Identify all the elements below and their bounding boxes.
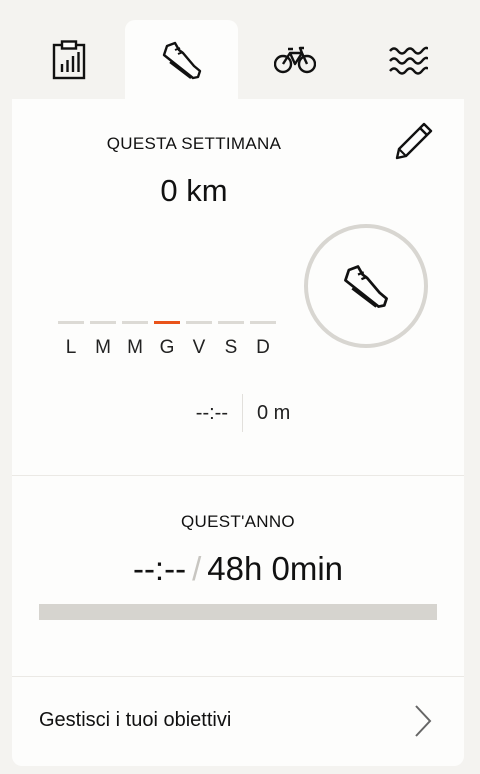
weekday-wednesday: M [122, 321, 148, 359]
year-current-time: --:-- [132, 550, 187, 587]
year-separator: / [192, 550, 202, 587]
manage-goals-button[interactable]: Gestisci i tuoi obiettivi [12, 677, 464, 766]
year-goal: 48h 0min [207, 550, 344, 587]
waves-icon [388, 46, 428, 75]
weekday-label: M [127, 337, 143, 358]
running-shoe-icon [344, 265, 388, 308]
weekday-label: G [159, 337, 175, 358]
week-time: --:-- [195, 402, 228, 424]
weekday-label: V [192, 337, 206, 358]
year-values: --:--/48h 0min [12, 550, 464, 588]
weekday-strip: L M M G V S D [58, 321, 282, 361]
weekday-sunday: D [250, 321, 276, 359]
year-progress-bar [39, 604, 437, 620]
week-distance: 0 km [160, 173, 228, 208]
week-title: QUESTA SETTIMANA [106, 134, 282, 153]
weekday-label: L [65, 337, 77, 358]
weekday-tuesday: M [90, 321, 116, 359]
chevron-right-icon [415, 705, 432, 737]
week-progress-ring [304, 224, 428, 348]
goals-card: QUESTA SETTIMANA 0 km L M M G V S D --:-… [12, 99, 464, 766]
stats-divider [242, 394, 243, 432]
weekday-label: S [224, 337, 238, 358]
section-divider [12, 475, 464, 476]
weekday-monday: L [58, 321, 84, 359]
clipboard-chart-icon [52, 40, 85, 80]
tab-cycle[interactable] [238, 20, 351, 100]
tab-summary[interactable] [12, 20, 125, 100]
sport-tabs [12, 20, 464, 100]
week-stats: --:-- 0 m [12, 394, 464, 434]
tab-swim[interactable] [351, 20, 464, 100]
weekday-label: M [95, 337, 111, 358]
pencil-icon [395, 122, 433, 160]
weekday-saturday: S [218, 321, 244, 359]
tab-run[interactable] [125, 20, 238, 100]
bicycle-icon [273, 46, 316, 74]
weekday-friday: V [186, 321, 212, 359]
running-shoe-icon [162, 41, 201, 80]
edit-goal-button[interactable] [392, 119, 436, 163]
weekday-thursday: G [154, 321, 180, 359]
manage-goals-label: Gestisci i tuoi obiettivi [39, 709, 232, 731]
year-title: QUEST'ANNO [181, 512, 295, 531]
weekday-label: D [256, 337, 270, 358]
week-distance-detail: 0 m [257, 402, 291, 424]
